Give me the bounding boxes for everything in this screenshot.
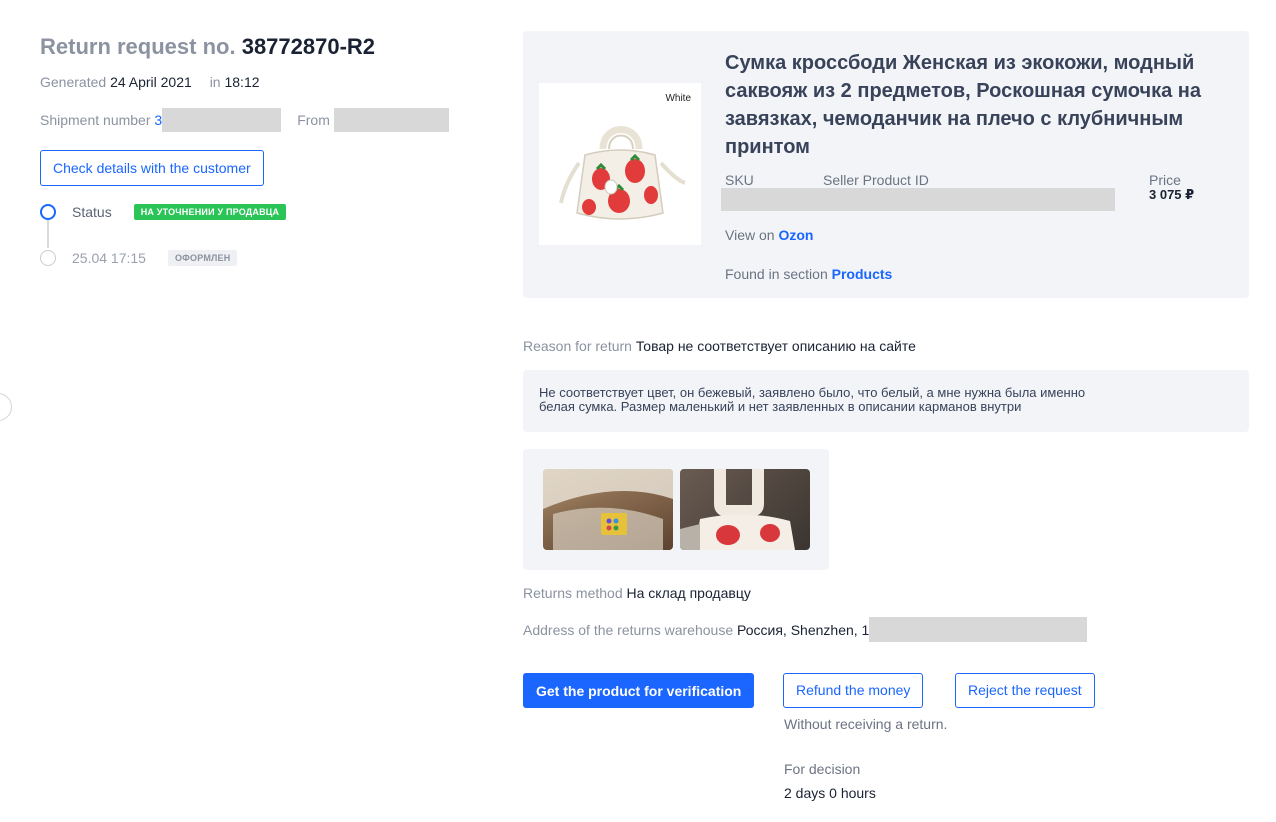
from-label: From [297, 112, 330, 128]
products-link[interactable]: Products [832, 266, 893, 282]
active-step-icon [40, 204, 56, 220]
generated-label: Generated [40, 74, 107, 90]
photo-inside-bag-icon [543, 469, 673, 550]
ozon-link[interactable]: Ozon [778, 227, 813, 243]
customer-comment: Не соответствует цвет, он бежевый, заявл… [523, 370, 1249, 432]
view-on-label: View on [725, 227, 775, 243]
past-step-icon [40, 250, 56, 266]
customer-photo[interactable] [680, 469, 810, 550]
customer-photos [523, 449, 829, 570]
status-timeline: Status НА УТОЧНЕНИИ У ПРОДАВЦА 25.04 17:… [40, 200, 480, 270]
timeline-connector [47, 220, 49, 248]
generated-in: in [209, 74, 221, 90]
status-label: Status [72, 204, 112, 220]
side-scroll-handle[interactable] [0, 393, 12, 421]
returns-address-line: Address of the returns warehouse Россия,… [523, 617, 1088, 642]
shipment-number[interactable]: 3 [154, 112, 162, 128]
get-product-button[interactable]: Get the product for verification [523, 673, 755, 708]
title-prefix: Return request no. [40, 34, 236, 59]
reject-button[interactable]: Reject the request [955, 673, 1095, 708]
generated-date: 24 April 2021 [110, 74, 192, 90]
bag-illustration-icon [559, 126, 686, 220]
address-redaction [869, 617, 1088, 642]
reason-label: Reason for return [523, 338, 632, 354]
shipment-line: Shipment number 3 From [40, 108, 480, 132]
price-label: Price [1149, 172, 1181, 188]
photo-bag-handle-icon [680, 469, 795, 550]
product-image[interactable]: White [539, 83, 701, 245]
sku-label: SKU [725, 172, 754, 188]
status-badge: НА УТОЧНЕНИИ У ПРОДАВЦА [133, 204, 287, 220]
event-badge: ОФОРМЛЕН [167, 250, 238, 266]
product-title: Сумка кроссбоди Женская из экокожи, модн… [725, 52, 1202, 158]
reason-value: Товар не соответствует описанию на сайте [635, 338, 916, 354]
address-label: Address of the returns warehouse [523, 621, 734, 638]
comment-line-2: белая сумка. Размер маленький и нет заяв… [539, 399, 1022, 414]
comment-line-1: Не соответствует цвет, он бежевый, заявл… [539, 385, 1086, 400]
method-value: На склад продавцу [626, 585, 751, 601]
seller-id-label: Seller Product ID [823, 172, 929, 188]
sku-redaction [721, 188, 1115, 211]
shipment-redaction [162, 108, 282, 132]
refund-button[interactable]: Refund the money [783, 673, 924, 708]
image-color-tag: White [665, 93, 691, 104]
view-on-line: View on Ozon [725, 227, 813, 243]
check-details-button[interactable]: Check details with the customer [40, 150, 264, 186]
generated-time: 18:12 [224, 74, 260, 90]
timeline-item-status: Status НА УТОЧНЕНИИ У ПРОДАВЦА [40, 200, 480, 224]
event-time: 25.04 17:15 [72, 250, 146, 266]
shipment-label: Shipment number [40, 112, 151, 128]
product-card: White Сумка кроссбоди Женская из экокожи… [523, 31, 1249, 298]
returns-method-line: Returns method На склад продавцу [523, 585, 751, 601]
found-in-line: Found in section Products [725, 266, 892, 282]
generated-line: Generated 24 April 2021 in 18:12 [40, 74, 480, 90]
page-title: Return request no. 38772870-R2 [40, 34, 480, 60]
address-value: Россия, Shenzhen, 1 [737, 621, 870, 638]
found-label: Found in section [725, 266, 828, 282]
request-number: 38772870-R2 [241, 34, 376, 59]
decision-label: For decision [784, 761, 861, 777]
refund-note: Without receiving a return. [784, 716, 948, 732]
price-value: 3 075 ₽ [1149, 187, 1195, 202]
customer-photo[interactable] [543, 469, 673, 550]
method-label: Returns method [523, 585, 623, 601]
decision-time: 2 days 0 hours [784, 785, 876, 801]
from-redaction [333, 108, 449, 132]
reason-line: Reason for return Товар не соответствует… [523, 338, 916, 354]
request-summary: Return request no. 38772870-R2 Generated… [40, 34, 480, 270]
timeline-item-created: 25.04 17:15 ОФОРМЛЕН [40, 246, 480, 270]
